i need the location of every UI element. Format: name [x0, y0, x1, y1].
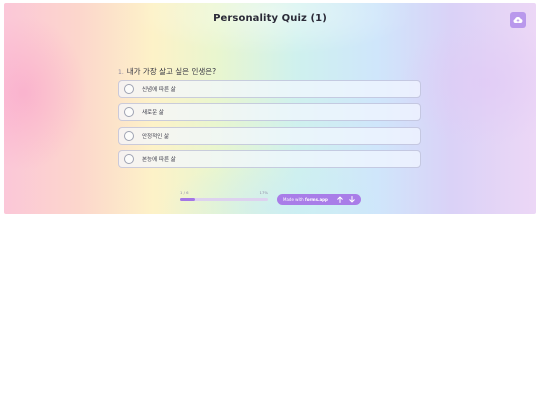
radio-button[interactable] [124, 84, 134, 94]
arrow-down-icon [349, 196, 355, 203]
cloud-upload-icon [513, 16, 523, 24]
arrow-up-icon [337, 196, 343, 203]
brand-name: forms.app [304, 197, 328, 202]
question-number: 1. [118, 69, 124, 76]
progress-indicator: 1 / 6 17% [180, 190, 268, 201]
cloud-upload-button[interactable] [510, 12, 526, 28]
option-label: 본능에 따른 삶 [142, 156, 176, 163]
answer-option[interactable]: 안정적인 삶 [118, 126, 421, 145]
next-question-button[interactable] [347, 194, 357, 205]
made-with-text: Made with forms.app [283, 197, 328, 202]
page-title: Personality Quiz (1) [213, 13, 327, 24]
option-label: 새로운 삶 [142, 110, 164, 117]
answer-option[interactable]: 본능에 따른 삶 [118, 149, 421, 168]
answer-options: 신념에 따른 삶 새로운 삶 안정적인 삶 본능에 따른 삶 [118, 80, 421, 173]
progress-text: 1 / 6 17% [180, 190, 268, 195]
progress-percent: 17% [259, 190, 268, 195]
option-label: 안정적인 삶 [142, 133, 170, 140]
progress-fill [180, 198, 195, 201]
answer-option[interactable]: 신념에 따른 삶 [118, 80, 421, 98]
question-heading: 1. 내가 가장 살고 싶은 인생은? [118, 66, 216, 77]
progress-step: 1 / 6 [180, 190, 189, 195]
made-with-badge[interactable]: Made with forms.app [277, 194, 361, 205]
progress-track [180, 198, 268, 201]
radio-button[interactable] [124, 130, 134, 141]
answer-option[interactable]: 새로운 삶 [118, 103, 421, 122]
quiz-canvas: Personality Quiz (1) 1. 내가 가장 살고 싶은 인생은? … [4, 3, 536, 214]
previous-question-button[interactable] [335, 194, 345, 205]
question-text: 내가 가장 살고 싶은 인생은? [126, 67, 217, 76]
radio-button[interactable] [124, 153, 134, 164]
option-label: 신념에 따른 삶 [142, 87, 176, 93]
radio-button[interactable] [124, 107, 134, 118]
